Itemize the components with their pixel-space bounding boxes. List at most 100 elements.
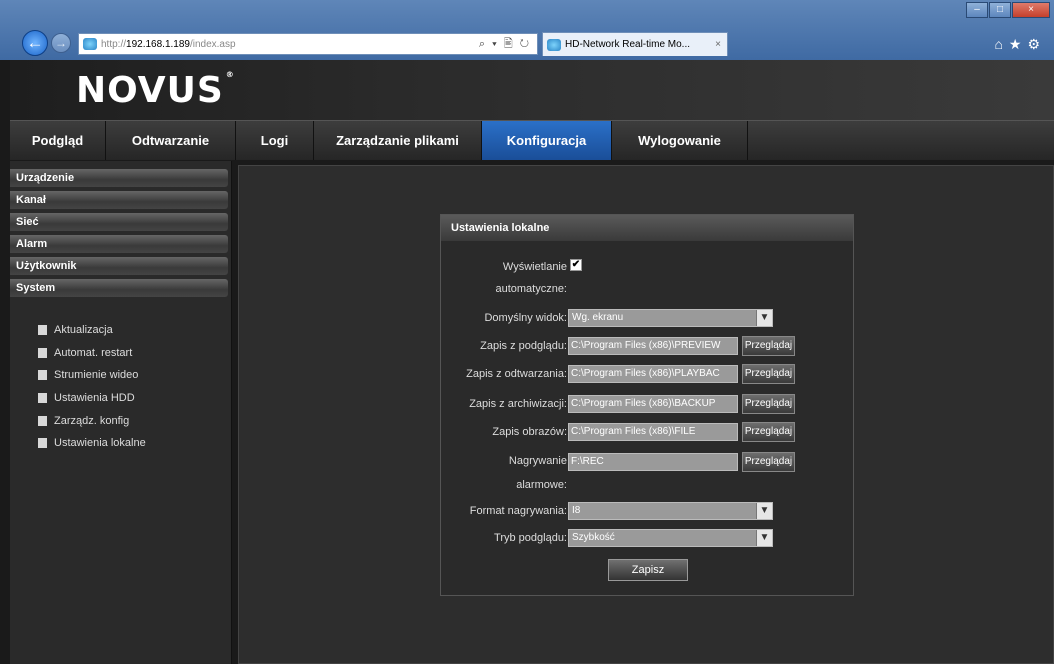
- default-view-row: Domyślny widok: Wg. ekranu ▼: [441, 309, 855, 333]
- preview-mode-select[interactable]: Szybkość ▼: [568, 529, 773, 547]
- dialog-title: Ustawienia lokalne: [441, 215, 853, 241]
- document-icon: [38, 438, 47, 449]
- sidebar-item-aktualizacja[interactable]: Aktualizacja: [38, 319, 231, 342]
- sidebar-item-strumienie-wideo[interactable]: Strumienie wideo: [38, 364, 231, 387]
- top-navigation: Podgląd Odtwarzanie Logi Zarządzanie pli…: [10, 120, 1054, 160]
- playback-save-label: Zapis z odtwarzania:: [466, 368, 567, 380]
- image-save-label: Zapis obrazów:: [492, 426, 567, 438]
- sidebar-item-ustawienia-lokalne[interactable]: Ustawienia lokalne: [38, 432, 231, 455]
- record-format-select[interactable]: I8 ▼: [568, 502, 773, 520]
- sidebar-item-label: Ustawienia lokalne: [54, 437, 146, 450]
- address-host: 192.168.1.189: [126, 38, 190, 50]
- nav-zarzadzanie-plikami[interactable]: Zarządzanie plikami: [314, 121, 482, 160]
- document-icon: [38, 370, 47, 381]
- document-icon: [38, 347, 47, 358]
- sidebar-section-alarm[interactable]: Alarm: [10, 235, 228, 253]
- address-path: /index.asp: [189, 38, 236, 50]
- chevron-down-icon[interactable]: ▼: [756, 503, 772, 519]
- preview-save-path[interactable]: C:\Program Files (x86)\PREVIEW: [568, 337, 738, 355]
- document-icon: [38, 393, 47, 404]
- sidebar-section-siec[interactable]: Sieć: [10, 213, 228, 231]
- archive-save-label: Zapis z archiwizacji:: [469, 398, 567, 410]
- sidebar-item-zarzadz-konfig[interactable]: Zarządz. konfig: [38, 409, 231, 432]
- sidebar-item-automat-restart[interactable]: Automat. restart: [38, 342, 231, 365]
- tab-favicon-icon: [547, 38, 561, 51]
- browser-tab[interactable]: HD-Network Real-time Mo... ×: [542, 32, 728, 56]
- auto-display-checkbox[interactable]: ✔: [570, 259, 582, 271]
- alarm-record-path[interactable]: F:\REC: [568, 453, 738, 471]
- app-header: NOVUS ®: [10, 60, 1054, 120]
- default-view-select[interactable]: Wg. ekranu ▼: [568, 309, 773, 327]
- close-icon[interactable]: ×: [1012, 2, 1050, 18]
- nav-logi[interactable]: Logi: [236, 121, 314, 160]
- address-tools-icons[interactable]: ⌕ ▾ 🖹 ↻: [479, 35, 537, 54]
- document-icon: [38, 325, 47, 336]
- alarm-record-row: Nagrywanie F:\REC Przeglądaj: [441, 452, 855, 477]
- sidebar-item-label: Strumienie wideo: [54, 369, 139, 382]
- ie-favicon-icon: [83, 38, 97, 50]
- auto-display-label-2: automatyczne:: [495, 283, 567, 295]
- alarm-record-label-2: alarmowe:: [516, 479, 567, 491]
- default-view-value: Wg. ekranu: [572, 312, 624, 323]
- archive-browse-button[interactable]: Przeglądaj: [742, 394, 795, 414]
- preview-save-row: Zapis z podglądu: C:\Program Files (x86)…: [441, 336, 855, 361]
- sidebar-item-label: Zarządz. konfig: [54, 414, 130, 427]
- nav-wylogowanie[interactable]: Wylogowanie: [612, 121, 748, 160]
- logo-text: NOVUS: [76, 70, 224, 111]
- maximize-icon[interactable]: □: [989, 2, 1011, 18]
- save-button[interactable]: Zapisz: [608, 559, 688, 581]
- image-save-path[interactable]: C:\Program Files (x86)\FILE: [568, 423, 738, 441]
- alarm-record-row-2: alarmowe:: [441, 477, 855, 501]
- logo-mark: ®: [225, 70, 235, 79]
- image-save-row: Zapis obrazów: C:\Program Files (x86)\FI…: [441, 422, 855, 447]
- sidebar-item-ustawienia-hdd[interactable]: Ustawienia HDD: [38, 387, 231, 410]
- browser-chrome: – □ × ← → http://192.168.1.189/index.asp…: [0, 0, 1054, 60]
- app-window: – □ × ← → http://192.168.1.189/index.asp…: [0, 0, 1054, 664]
- sidebar-section-urzadzenie[interactable]: Urządzenie: [10, 169, 228, 187]
- record-format-row: Format nagrywania: I8 ▼: [441, 502, 855, 526]
- nav-spacer: [748, 121, 1054, 160]
- playback-browse-button[interactable]: Przeglądaj: [742, 364, 795, 384]
- record-format-label: Format nagrywania:: [469, 505, 567, 517]
- address-bar[interactable]: http://192.168.1.189/index.asp ⌕ ▾ 🖹 ↻: [78, 33, 538, 55]
- local-settings-dialog: Ustawienia lokalne Wyświetlanie ✔ automa…: [440, 214, 854, 596]
- tab-close-icon[interactable]: ×: [715, 39, 721, 50]
- sidebar-section-system[interactable]: System: [10, 279, 228, 297]
- browser-home-fav-settings-icons[interactable]: ⌂★⚙: [994, 36, 1046, 53]
- auto-display-row-2: automatyczne:: [441, 281, 855, 305]
- auto-display-label: Wyświetlanie: [502, 261, 567, 273]
- sidebar-item-label: Automat. restart: [54, 346, 133, 359]
- preview-browse-button[interactable]: Przeglądaj: [742, 336, 795, 356]
- playback-save-row: Zapis z odtwarzania: C:\Program Files (x…: [441, 364, 855, 389]
- minimize-icon[interactable]: –: [966, 2, 988, 18]
- archive-save-row: Zapis z archiwizacji: C:\Program Files (…: [441, 394, 855, 419]
- archive-save-path[interactable]: C:\Program Files (x86)\BACKUP: [568, 395, 738, 413]
- preview-mode-row: Tryb podglądu: Szybkość ▼: [441, 529, 855, 553]
- record-format-value: I8: [572, 505, 581, 516]
- auto-display-row: Wyświetlanie ✔: [441, 259, 855, 283]
- sidebar-item-label: Aktualizacja: [54, 324, 113, 337]
- sidebar-section-uzytkownik[interactable]: Użytkownik: [10, 257, 228, 275]
- alarm-browse-button[interactable]: Przeglądaj: [742, 452, 795, 472]
- nav-podglad[interactable]: Podgląd: [10, 121, 106, 160]
- novus-logo: NOVUS ®: [76, 70, 235, 111]
- preview-save-label: Zapis z podglądu:: [480, 340, 567, 352]
- sidebar-section-kanal[interactable]: Kanał: [10, 191, 228, 209]
- preview-mode-value: Szybkość: [572, 532, 615, 543]
- chevron-down-icon[interactable]: ▼: [756, 310, 772, 326]
- document-icon: [38, 415, 47, 426]
- alarm-record-label: Nagrywanie: [508, 455, 567, 467]
- forward-icon[interactable]: →: [51, 33, 71, 53]
- sidebar: Urządzenie Kanał Sieć Alarm Użytkownik S…: [10, 161, 232, 664]
- nav-konfiguracja[interactable]: Konfiguracja: [482, 121, 612, 160]
- address-prefix: http://: [101, 38, 127, 50]
- nav-odtwarzanie[interactable]: Odtwarzanie: [106, 121, 236, 160]
- image-browse-button[interactable]: Przeglądaj: [742, 422, 795, 442]
- sidebar-item-label: Ustawienia HDD: [54, 392, 135, 405]
- default-view-label: Domyślny widok:: [484, 312, 567, 324]
- window-controls: – □ ×: [966, 2, 1050, 18]
- back-icon[interactable]: ←: [22, 30, 48, 56]
- playback-save-path[interactable]: C:\Program Files (x86)\PLAYBAC: [568, 365, 738, 383]
- chevron-down-icon[interactable]: ▼: [756, 530, 772, 546]
- tab-title: HD-Network Real-time Mo...: [565, 39, 691, 50]
